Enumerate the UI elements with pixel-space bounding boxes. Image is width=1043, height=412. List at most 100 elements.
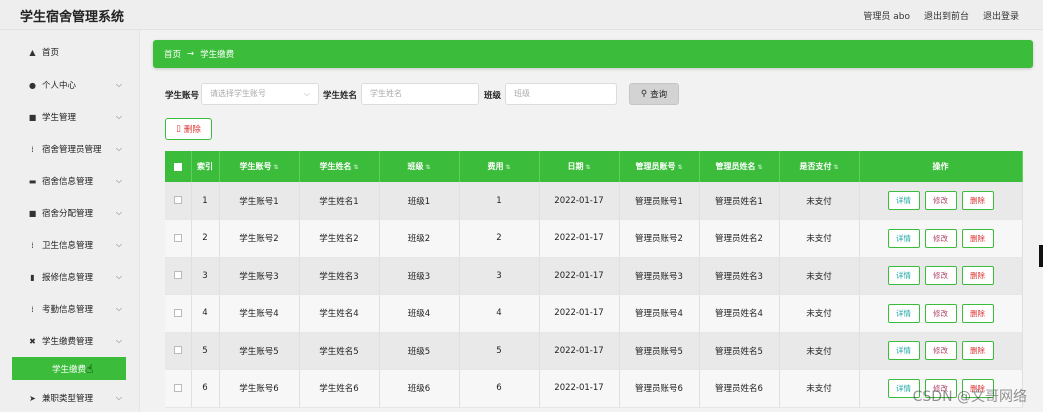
chevron-down-icon: ⌵ — [115, 80, 122, 89]
edit-button[interactable]: 修改 — [924, 303, 957, 323]
name-input[interactable]: 学生姓名 — [361, 83, 479, 105]
logout-link[interactable]: 退出登录 — [983, 9, 1019, 22]
column-header[interactable]: 学生账号 ⇅ — [219, 151, 300, 182]
detail-button[interactable]: 详情 — [887, 341, 920, 361]
table-row: 6 学生账号6 学生姓名6 班级6 6 2022-01-17 管理员账号6 管理员姓名6 未支付… — [165, 369, 1023, 408]
table-cell: 管理员账号6 — [619, 369, 700, 408]
chevron-down-icon: ⌵ — [115, 208, 122, 217]
edit-button[interactable]: 修改 — [924, 266, 957, 286]
sort-icon[interactable]: ⇅ — [585, 164, 590, 171]
sidebar-item-label: 个人中心 — [42, 81, 77, 91]
sort-icon[interactable]: ⇅ — [757, 164, 762, 171]
row-checkbox[interactable] — [165, 182, 192, 220]
table-cell: 管理员账号1 — [619, 182, 700, 220]
table-cell: 班级4 — [379, 294, 460, 333]
table-cell: 学生姓名5 — [299, 332, 380, 370]
detail-button[interactable]: 详情 — [887, 228, 920, 248]
delete-button[interactable]: 删除 — [961, 228, 994, 248]
sort-icon[interactable]: ⇅ — [677, 164, 682, 171]
sidebar-item-10[interactable]: ➤ 兼职类型管理 ⌵ — [0, 382, 140, 412]
table-cell: 管理员账号3 — [619, 257, 700, 295]
column-header[interactable]: 学生姓名 ⇅ — [299, 151, 380, 182]
row-actions: 详情 修改 删除 — [859, 219, 1023, 258]
breadcrumb-home[interactable]: 首页 — [164, 48, 181, 60]
back-to-frontend-link[interactable]: 退出到前台 — [924, 9, 969, 22]
table-cell: 管理员姓名1 — [699, 182, 780, 220]
sidebar-item-0[interactable]: ▲ 首页 — [0, 36, 140, 68]
payment-table: 索引 学生账号 ⇅ 学生姓名 ⇅ 班级 ⇅ 费用 ⇅ 日期 ⇅ 管理员账号 ⇅ 管理员姓名 ⇅ 是否支付 ⇅ 操作… — [165, 151, 1023, 408]
table-cell: 6 — [191, 369, 220, 408]
sidebar-item-5[interactable]: ■ 宿舍分配管理 ⌵ — [0, 197, 140, 229]
column-header-label: 日期 — [567, 162, 584, 171]
row-checkbox[interactable] — [165, 219, 192, 258]
delete-button[interactable]: 删除 — [961, 266, 994, 286]
scrollbar-handle[interactable] — [1039, 245, 1043, 267]
column-header-label: 操作 — [932, 162, 949, 171]
sidebar: ▲ 首页 ● 个人中心 ⌵ ■ 学生管理 ⌵ ⁞ 宿舍管理员管理 ⌵ ▬ 宿舍信息管理 ⌵ ■ 宿舍分配管理 ⌵… — [0, 30, 140, 412]
admin-user-link[interactable]: 管理员 abo — [863, 9, 910, 22]
sidebar-item-6[interactable]: ⁞ 卫生信息管理 ⌵ — [0, 229, 140, 261]
sort-icon[interactable]: ⇅ — [425, 164, 430, 171]
row-checkbox[interactable] — [165, 257, 192, 295]
sidebar-item-8[interactable]: ⁞ 考勤信息管理 ⌵ — [0, 293, 140, 325]
delete-button[interactable]: 删除 — [961, 341, 994, 361]
sidebar-item-3[interactable]: ⁞ 宿舍管理员管理 ⌵ — [0, 133, 140, 165]
table-row: 2 学生账号2 学生姓名2 班级2 2 2022-01-17 管理员账号2 管理员姓名2 未支付… — [165, 219, 1023, 258]
sort-icon[interactable]: ⇅ — [505, 164, 510, 171]
table-cell: 1 — [459, 182, 540, 220]
query-button[interactable]: ⚲ 查询 — [629, 83, 679, 105]
class-label: 班级 — [484, 91, 502, 101]
detail-button[interactable]: 详情 — [887, 191, 920, 210]
table-row: 3 学生账号3 学生姓名3 班级3 3 2022-01-17 管理员账号3 管理员姓名3 未支付… — [165, 257, 1023, 295]
edit-button[interactable]: 修改 — [924, 228, 957, 248]
row-checkbox[interactable] — [165, 369, 192, 408]
column-header[interactable]: 是否支付 ⇅ — [779, 151, 860, 182]
sidebar-item-4[interactable]: ▬ 宿舍信息管理 ⌵ — [0, 165, 140, 197]
table-cell: 学生账号1 — [219, 182, 300, 220]
column-header[interactable]: 日期 ⇅ — [539, 151, 620, 182]
column-header[interactable]: 索引 — [191, 151, 220, 182]
class-input[interactable]: 班级 — [505, 83, 617, 105]
table-cell: 班级2 — [379, 219, 460, 258]
account-select[interactable]: 请选择学生账号 ⌵ — [201, 83, 319, 105]
column-header-label: 管理员姓名 — [715, 162, 756, 171]
table-cell: 2022-01-17 — [539, 294, 620, 333]
column-header[interactable]: 班级 ⇅ — [379, 151, 460, 182]
table-row: 5 学生账号5 学生姓名5 班级5 5 2022-01-17 管理员账号5 管理员姓名5 未支付… — [165, 332, 1023, 370]
column-header[interactable]: 费用 ⇅ — [459, 151, 540, 182]
column-header[interactable]: 管理员账号 ⇅ — [619, 151, 700, 182]
column-header-label: 学生姓名 — [319, 162, 352, 171]
sort-icon[interactable]: ⇅ — [273, 164, 278, 171]
detail-button[interactable]: 详情 — [887, 266, 920, 286]
table-cell: 管理员账号2 — [619, 219, 700, 258]
table-cell: 学生账号4 — [219, 294, 300, 333]
sidebar-item-2[interactable]: ■ 学生管理 ⌵ — [0, 101, 140, 133]
column-header[interactable]: 管理员姓名 ⇅ — [699, 151, 780, 182]
table-cell: 4 — [191, 294, 220, 333]
table-cell: 2022-01-17 — [539, 332, 620, 370]
table-cell: 学生账号3 — [219, 257, 300, 295]
table-cell: 管理员账号4 — [619, 294, 700, 333]
chevron-down-icon: ⌵ — [115, 272, 122, 281]
edit-button[interactable]: 修改 — [924, 191, 957, 210]
delete-button[interactable]: 删除 — [961, 303, 994, 323]
sort-icon[interactable]: ⇅ — [833, 164, 838, 171]
table-cell: 管理员姓名2 — [699, 219, 780, 258]
select-all-checkbox[interactable] — [165, 151, 192, 182]
sidebar-item-9[interactable]: ✖ 学生缴费管理 ⌵ — [0, 325, 140, 357]
sidebar-subitem-student-payment[interactable]: 学生缴费 — [12, 357, 126, 380]
table-cell: 1 — [191, 182, 220, 220]
sidebar-item-label: 学生缴费管理 — [42, 337, 94, 347]
edit-button[interactable]: 修改 — [924, 341, 957, 361]
delete-button[interactable]: 删除 — [961, 191, 994, 210]
sort-icon[interactable]: ⇅ — [353, 164, 358, 171]
table-cell: 2 — [459, 219, 540, 258]
sidebar-item-1[interactable]: ● 个人中心 ⌵ — [0, 69, 140, 101]
row-checkbox[interactable] — [165, 332, 192, 370]
assign-icon: ■ — [28, 208, 37, 218]
row-checkbox[interactable] — [165, 294, 192, 333]
sidebar-item-7[interactable]: ▮ 报修信息管理 ⌵ — [0, 261, 140, 293]
detail-button[interactable]: 详情 — [887, 303, 920, 323]
batch-delete-button[interactable]: ▯ 删除 — [165, 118, 212, 140]
table-cell: 未支付 — [779, 294, 860, 333]
